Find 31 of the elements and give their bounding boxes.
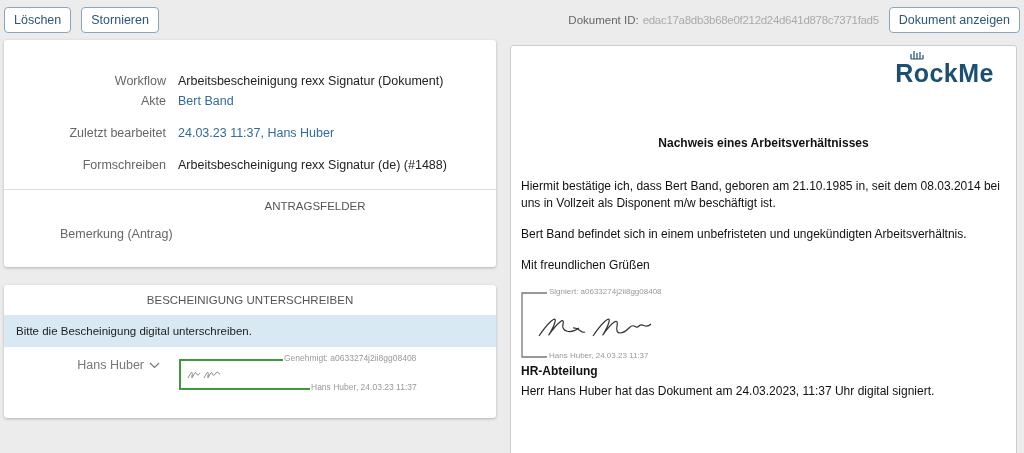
section-title: BESCHEINIGUNG UNTERSCHREIBEN xyxy=(145,293,355,308)
logo: RockMe xyxy=(895,62,994,84)
signer-dropdown[interactable]: Hans Huber xyxy=(4,355,174,375)
field-label: Akte xyxy=(140,94,166,108)
approval-code: Genehmigt: a0633274j2ii8gg08408 xyxy=(284,353,417,363)
section-title: ANTRAGSFELDER xyxy=(263,200,367,212)
field-label: Zuletzt bearbeitet xyxy=(68,126,166,140)
signature-code: Signiert: a0633274j2ii8gg08408 xyxy=(549,287,662,296)
field-label: Formschreiben xyxy=(81,158,166,172)
department-name: HR-Abteilung xyxy=(521,364,599,378)
signature-frame xyxy=(521,292,547,358)
signature-date-label: Hans Huber, 24.03.23 11:37 xyxy=(311,382,417,392)
action-button[interactable]: Stornieren xyxy=(81,7,159,33)
field-value: Arbeitsbescheinigung rexx Signatur (de) (#1488) xyxy=(178,158,448,172)
field-label: Workflow xyxy=(113,74,166,88)
closing-text: Mit freundlichen Grüßen xyxy=(521,257,651,274)
document-title: Nachweis eines Arbeitsverhältnisses xyxy=(657,136,870,150)
notice-banner: Bitte die Bescheinigung digital unterschreiben. xyxy=(4,315,496,347)
field-value: Arbeitsbescheinigung rexx Signatur (Dokument) xyxy=(178,74,445,88)
action-button[interactable]: Löschen xyxy=(4,7,72,33)
paragraph: Hiermit bestätige ich, dass Bert Band, geboren am 21.10.1985 in, seit dem 08.03.2014 bei uns in Vollzeit als Disponent m/w beschäftigt ist. xyxy=(521,178,1001,212)
field-link[interactable]: Bert Band xyxy=(178,94,496,108)
show-document-button[interactable]: Dokument anzeigen xyxy=(888,7,1020,33)
document-id-label: Dokument ID: xyxy=(568,14,639,26)
signature-date-label: Hans Huber, 24.03.23 11:37 xyxy=(549,351,649,360)
chevron-down-icon xyxy=(149,361,160,369)
signature-note: Herr Hans Huber hat das Dokument am 24.03.2023, 11:37 Uhr digital signiert. xyxy=(521,384,936,398)
field-link[interactable]: 24.03.23 11:37, Hans Huber xyxy=(178,126,496,140)
remark-label: Bemerkung (Antrag) xyxy=(60,227,174,241)
paragraph: Bert Band befindet sich in einem unbefristeten und ungekündigten Arbeitsverhältnis. xyxy=(521,226,968,243)
document-id: edac17a8db3b68e0f212d24d641d878c7371fad5 xyxy=(642,14,879,26)
